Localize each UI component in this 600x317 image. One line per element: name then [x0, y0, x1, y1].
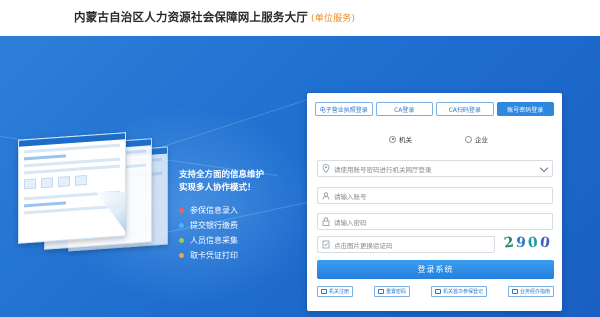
tab-ca-qr-login[interactable]: CA扫码登录 — [436, 102, 494, 116]
account-placeholder: 请输入账号 — [334, 192, 367, 201]
bottom-links: 机关注册 重置密码 机关首次参保登记 业务经办指南 — [317, 286, 554, 297]
captcha-char: 2 — [502, 234, 515, 252]
document-icon — [434, 289, 441, 294]
org-select-placeholder: 请使用账号密码进行机关网厅登录 — [334, 165, 432, 174]
radio-label: 机关 — [399, 136, 412, 144]
radio-checked-icon[interactable] — [389, 135, 396, 143]
bullet-dot-icon — [179, 238, 184, 243]
bullet-dot-icon — [179, 223, 184, 228]
guide-link[interactable]: 业务经办指南 — [507, 286, 554, 297]
promo-title-line2: 实现多人协作模式！ — [179, 183, 256, 193]
feature-label: 取卡凭证打印 — [190, 251, 238, 260]
org-type-radio-group: 机关 企业 — [307, 134, 562, 144]
captcha-placeholder: 点击图片更换验证码 — [334, 241, 393, 250]
password-input[interactable]: 请输入密码 — [317, 213, 553, 230]
reset-password-label: 重置密码 — [385, 289, 406, 295]
login-button[interactable]: 登录系统 — [317, 260, 554, 279]
feature-promo: 支持全方面的信息维护 实现多人协作模式！ 参保信息录入 提交银行缴费 人员信息采… — [179, 169, 264, 263]
feature-label: 参保信息录入 — [190, 206, 238, 215]
register-label: 机关注册 — [329, 289, 350, 295]
feature-label: 人员信息采集 — [190, 236, 238, 245]
location-icon — [318, 161, 334, 176]
feature-item: 取卡凭证打印 — [179, 248, 264, 263]
radio-organ[interactable]: 机关 — [389, 134, 412, 144]
feature-item: 参保信息录入 — [179, 203, 264, 218]
service-type-tag: (单位服务) — [311, 14, 356, 24]
captcha-char: 9 — [515, 234, 527, 252]
login-method-tabs: 电子营业执照登录 CA登录 CA扫码登录 账号密码登录 — [315, 102, 554, 116]
first-registration-link[interactable]: 机关首次参保登记 — [430, 286, 487, 297]
reset-password-link[interactable]: 重置密码 — [373, 286, 410, 297]
first-registration-label: 机关首次参保登记 — [442, 289, 483, 295]
login-panel: 电子营业执照登录 CA登录 CA扫码登录 账号密码登录 机关 企业 请使用账号密… — [307, 93, 562, 311]
bullet-dot-icon — [179, 208, 184, 213]
site-title: 内蒙古自治区人力资源社会保障网上服务大厅 (单位服务) — [74, 9, 355, 25]
captcha-char: 0 — [527, 234, 539, 252]
promo-title-line1: 支持全方面的信息维护 — [179, 170, 265, 180]
radio-enterprise[interactable]: 企业 — [465, 134, 488, 144]
feature-label: 提交银行缴费 — [190, 221, 238, 230]
chevron-down-icon — [539, 163, 549, 173]
password-placeholder: 请输入密码 — [334, 218, 367, 227]
top-header: 内蒙古自治区人力资源社会保障网上服务大厅 (单位服务) — [0, 0, 600, 36]
site-title-text: 内蒙古自治区人力资源社会保障网上服务大厅 — [74, 10, 308, 24]
bullet-dot-icon — [179, 253, 184, 258]
shield-icon — [318, 237, 334, 252]
radio-unchecked-icon[interactable] — [465, 135, 472, 143]
book-icon — [511, 289, 518, 294]
tab-account-password-login[interactable]: 账号密码登录 — [496, 102, 554, 116]
radio-label: 企业 — [475, 136, 488, 144]
feature-item: 人员信息采集 — [179, 233, 264, 248]
org-select[interactable]: 请使用账号密码进行机关网厅登录 — [317, 160, 553, 177]
lock-icon — [318, 214, 334, 229]
monitor-icon — [377, 289, 384, 294]
user-icon — [318, 188, 334, 203]
account-input[interactable]: 请输入账号 — [317, 187, 553, 204]
feature-item: 提交银行缴费 — [179, 218, 264, 233]
guide-label: 业务经办指南 — [519, 289, 550, 295]
feature-list: 参保信息录入 提交银行缴费 人员信息采集 取卡凭证打印 — [179, 203, 264, 263]
tab-business-license-login[interactable]: 电子营业执照登录 — [315, 102, 373, 116]
register-link[interactable]: 机关注册 — [317, 286, 354, 297]
captcha-image[interactable]: 2 9 0 0 — [502, 234, 554, 254]
system-screens-illustration — [18, 128, 168, 258]
register-icon — [321, 289, 327, 294]
captcha-input[interactable]: 点击图片更换验证码 — [317, 236, 495, 253]
tab-ca-login[interactable]: CA登录 — [375, 102, 433, 116]
screen-illustration — [18, 132, 126, 244]
captcha-char: 0 — [538, 234, 551, 252]
